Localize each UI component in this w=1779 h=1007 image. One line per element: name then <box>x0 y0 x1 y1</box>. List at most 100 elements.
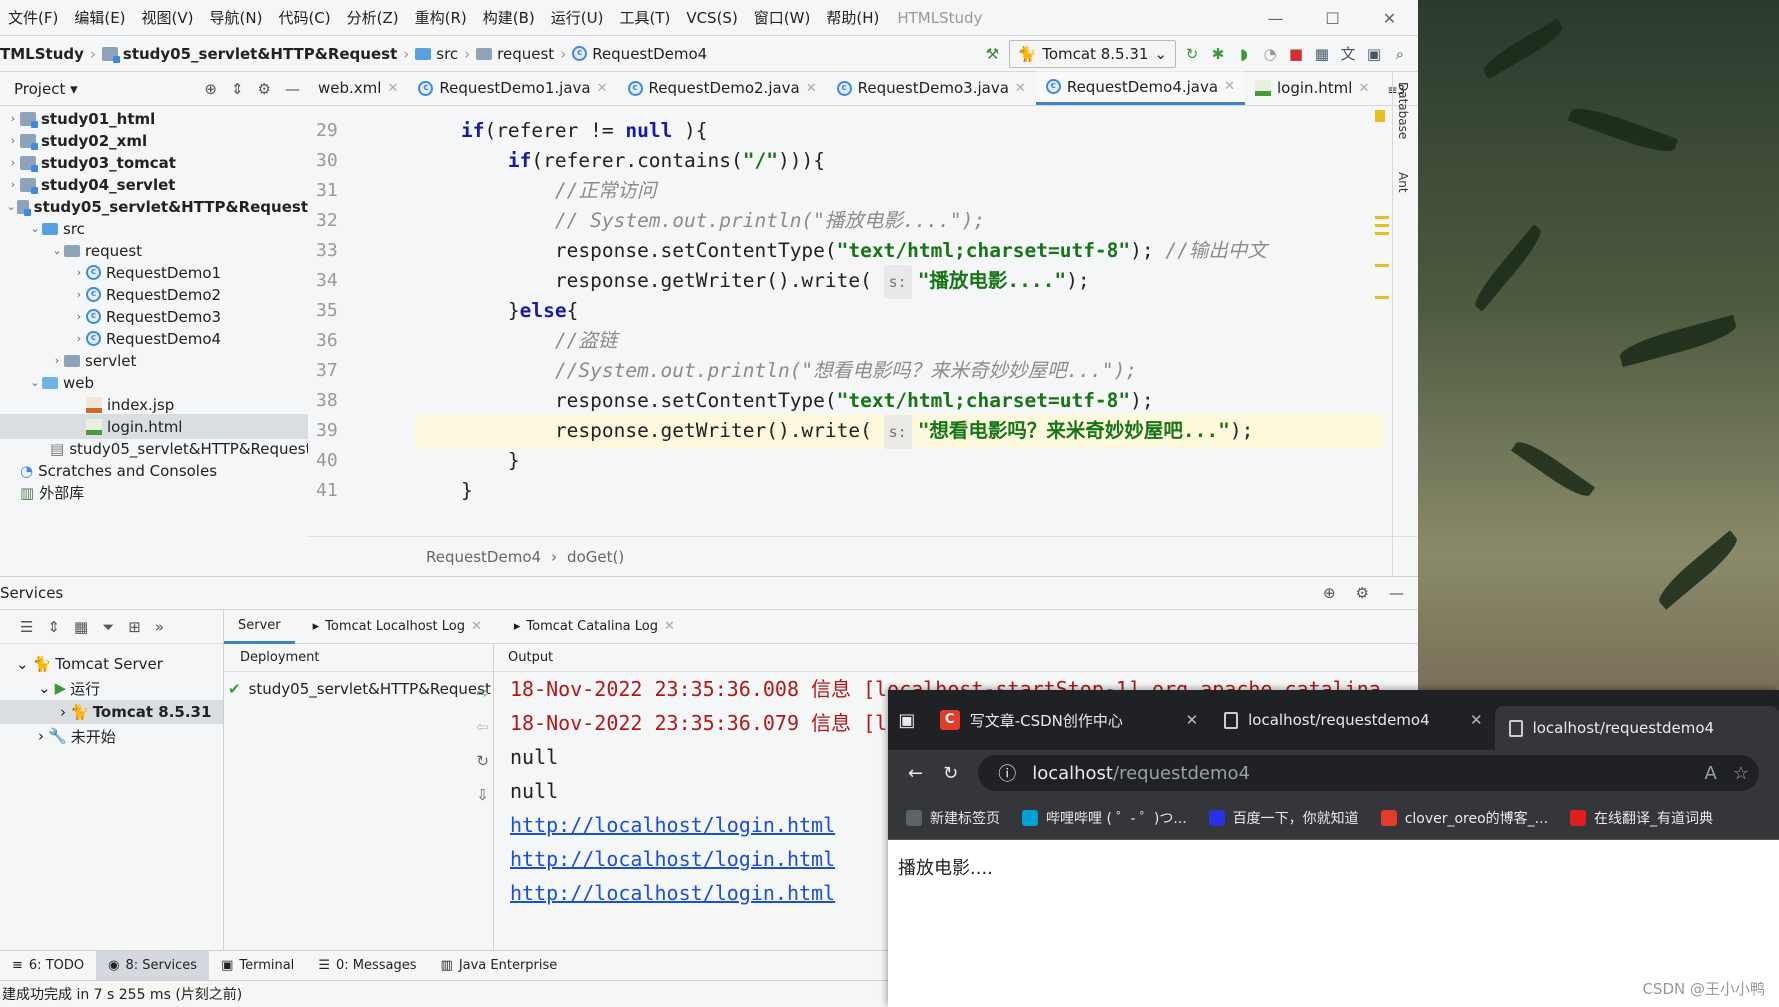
chevron-right-icon[interactable]: › <box>6 178 20 191</box>
code-line[interactable]: response.setContentType("text/html;chars… <box>414 384 1384 418</box>
filter-icon[interactable]: ⏷ <box>102 618 114 636</box>
close-icon[interactable]: ✕ <box>471 619 482 634</box>
output-link[interactable]: http://localhost/login.html <box>510 847 835 871</box>
locate-icon[interactable]: ⊕ <box>204 80 217 98</box>
menu-item[interactable]: 工具(T) <box>611 7 678 28</box>
close-icon[interactable]: ✕ <box>1470 711 1483 729</box>
terminal-window-icon[interactable]: ▣ <box>1364 44 1384 64</box>
service-tree-item[interactable]: › 🐈 Tomcat 8.5.31 <box>0 700 224 724</box>
breadcrumb-module[interactable]: study05_servlet&HTTP&Request <box>101 45 397 63</box>
rerun-icon[interactable]: ↻ <box>1182 44 1202 64</box>
close-icon[interactable]: ✕ <box>387 81 398 96</box>
bookmark[interactable]: 哔哩哔哩 ( ゜- ゜)つ... <box>1022 808 1187 828</box>
maximize-button[interactable]: ☐ <box>1304 0 1361 36</box>
bookmark[interactable]: 在线翻译_有道词典 <box>1570 808 1713 828</box>
chevron-right-icon[interactable]: › <box>72 310 86 323</box>
scroll-marker[interactable] <box>1375 216 1389 219</box>
bookmark[interactable]: clover_oreo的博客_... <box>1380 808 1548 828</box>
menu-item[interactable]: 视图(V) <box>134 7 202 28</box>
menu-item[interactable]: 帮助(H) <box>818 7 887 28</box>
code-line[interactable]: //正常访问 <box>414 174 1384 208</box>
editor-tab[interactable]: c RequestDemo3.java ✕ <box>827 71 1036 105</box>
close-icon[interactable]: ✕ <box>597 81 608 96</box>
services-tab[interactable]: ▸ Tomcat Localhost Log ✕ <box>299 610 496 644</box>
info-icon[interactable]: ⓘ <box>998 760 1016 786</box>
code-line[interactable]: } <box>414 474 1384 508</box>
refresh-icon[interactable]: ↻ <box>476 752 489 770</box>
menu-item[interactable]: 代码(C) <box>270 7 338 28</box>
warning-marker[interactable] <box>1375 110 1385 122</box>
chevron-down-icon[interactable]: ⌄ <box>16 655 29 673</box>
gear-icon[interactable]: ⚙ <box>1356 584 1369 602</box>
gear-icon[interactable]: ⚙ <box>258 80 271 98</box>
services-tab[interactable]: ▸ Tomcat Catalina Log ✕ <box>500 610 689 644</box>
breadcrumb-class[interactable]: RequestDemo4 <box>426 548 541 566</box>
chevron-down-icon[interactable]: ⌄ <box>6 200 17 213</box>
deploy-icon[interactable]: ⇨ <box>476 684 489 702</box>
tool-window-button[interactable]: ≡ 6: TODO <box>0 951 96 981</box>
service-tree-item[interactable]: › 🔧 未开始 <box>0 724 116 748</box>
reload-icon[interactable]: ↻ <box>943 763 958 784</box>
project-pane-title[interactable]: Project ▾ <box>14 80 78 98</box>
collapse-all-icon[interactable]: ⇕ <box>47 618 60 636</box>
code-line[interactable]: }else{ <box>414 294 1384 328</box>
hide-icon[interactable]: — <box>1389 584 1404 602</box>
scroll-marker[interactable] <box>1375 264 1389 267</box>
browser-tab[interactable]: C 写文章-CSDN创作中心 ✕ <box>926 698 1210 742</box>
tool-window-button[interactable]: ▥ Java Enterprise <box>429 951 570 981</box>
chevron-right-icon[interactable]: › <box>72 266 86 279</box>
service-tree-item[interactable]: ⌄ ▶ 运行 <box>0 676 100 700</box>
collapse-all-icon[interactable]: ⇕ <box>231 80 244 98</box>
breadcrumb-project[interactable]: TMLStudy <box>0 45 84 63</box>
locate-icon[interactable]: ⊕ <box>1323 584 1336 602</box>
breadcrumb-file[interactable]: c RequestDemo4 <box>572 45 707 63</box>
undeploy-icon[interactable]: ⇦ <box>476 718 489 736</box>
deployment-item[interactable]: ✔ study05_servlet&HTTP&Request <box>224 672 493 706</box>
output-link[interactable]: http://localhost/login.html <box>510 813 835 837</box>
chevron-down-icon[interactable]: ⌄ <box>28 222 42 235</box>
menu-item[interactable]: 文件(F) <box>0 7 66 28</box>
favorite-star-icon[interactable]: ☆ <box>1733 763 1749 784</box>
editor-tab[interactable]: web.xml ✕ <box>308 71 408 105</box>
address-bar[interactable]: ⓘ localhost/requestdemo4 A ☆ <box>978 755 1759 791</box>
code-line[interactable]: //盗链 <box>414 324 1384 358</box>
chevron-right-icon[interactable]: › <box>50 354 64 367</box>
code-editor[interactable]: if(referer != null ){ if(referer.contain… <box>414 106 1384 536</box>
chevron-right-icon[interactable]: › <box>72 288 86 301</box>
menu-item[interactable]: 窗口(W) <box>746 7 819 28</box>
coverage-icon[interactable]: ◗ <box>1234 44 1254 64</box>
chevron-right-icon[interactable]: › <box>6 134 20 147</box>
code-line[interactable]: response.setContentType("text/html;chars… <box>414 234 1384 268</box>
run-configuration-select[interactable]: 🐈 Tomcat 8.5.31 ⌄ <box>1008 39 1176 68</box>
close-icon[interactable]: ✕ <box>664 619 675 634</box>
close-icon[interactable]: ✕ <box>1015 81 1026 96</box>
chevron-down-icon[interactable]: ⌄ <box>50 244 64 257</box>
editor-tab[interactable]: c RequestDemo4.java ✕ <box>1035 71 1245 105</box>
hammer-build-icon[interactable]: ⚒ <box>983 44 1003 64</box>
chevron-right-icon[interactable]: › <box>38 727 44 745</box>
close-icon[interactable]: ✕ <box>1358 81 1369 96</box>
close-window-button[interactable]: ✕ <box>1361 0 1418 36</box>
breadcrumb-src[interactable]: src <box>415 45 458 63</box>
menu-item[interactable]: 重构(R) <box>407 7 475 28</box>
editor-tab[interactable]: c RequestDemo1.java ✕ <box>408 71 617 105</box>
chevron-right-icon[interactable]: › <box>72 332 86 345</box>
menu-item[interactable]: 导航(N) <box>202 7 271 28</box>
hide-icon[interactable]: — <box>285 80 300 98</box>
tree-item[interactable]: ▥ 外部库 <box>0 480 308 505</box>
search-icon[interactable]: ⌕ <box>1390 44 1410 64</box>
bookmark[interactable]: 新建标签页 <box>906 808 1000 828</box>
tool-window-button[interactable]: ▣ Terminal <box>209 951 306 981</box>
menu-item[interactable]: 构建(B) <box>475 7 543 28</box>
menu-item[interactable]: 运行(U) <box>543 7 612 28</box>
ant-tool-button[interactable]: Ant <box>1396 172 1410 193</box>
chevron-right-icon[interactable]: › <box>6 112 20 125</box>
bookmark[interactable]: 百度一下，你就知道 <box>1208 808 1359 828</box>
read-aloud-icon[interactable]: A <box>1705 763 1717 784</box>
scroll-marker[interactable] <box>1375 296 1389 299</box>
more-icon[interactable]: » <box>155 618 164 636</box>
chevron-right-icon[interactable]: › <box>6 156 20 169</box>
browser-tab[interactable]: localhost/requestdemo4 ✕ <box>1210 698 1494 742</box>
breadcrumb-method[interactable]: doGet() <box>567 548 624 566</box>
group-icon[interactable]: ▦ <box>74 618 88 636</box>
